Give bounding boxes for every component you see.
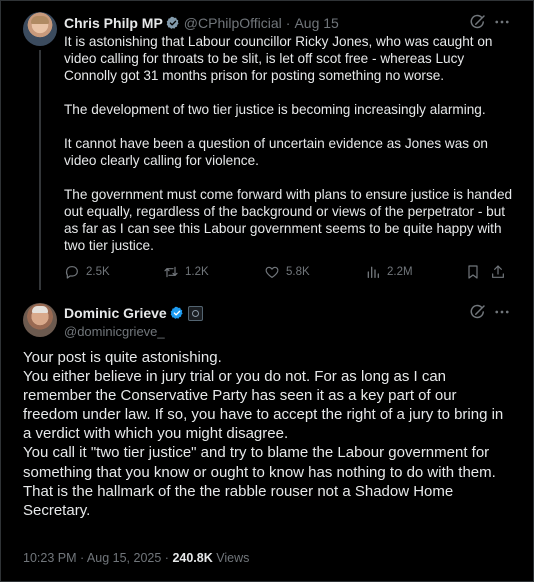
reply-count: 2.5K [86, 266, 110, 278]
like-button[interactable]: 5.8K [264, 264, 310, 280]
more-options-icon[interactable] [493, 13, 511, 31]
tweet-line: You either believe in jury trial or you … [23, 368, 504, 443]
tweet-date[interactable]: Aug 15 [294, 15, 338, 31]
more-options-icon[interactable] [493, 303, 511, 321]
tweet-line: You call it "two tier justice" and try t… [23, 444, 496, 519]
like-count: 5.8K [286, 266, 310, 278]
parent-tweet-text: It is astonishing that Labour councillor… [64, 33, 514, 271]
chris-philp-avatar[interactable] [23, 12, 57, 46]
grok-icon[interactable] [469, 303, 487, 321]
analytics-icon [367, 266, 379, 278]
tweet-paragraph: The government must come forward with pl… [64, 187, 513, 253]
reply-tweet-header: Dominic Grieve @dominicgrieve_ [64, 305, 203, 339]
views-label: Views [216, 551, 250, 565]
reply-button[interactable]: 2.5K [64, 264, 110, 280]
author-handle[interactable]: @CPhilpOfficial [184, 15, 282, 31]
verified-badge-icon [170, 306, 183, 319]
repost-count: 1.2K [185, 266, 209, 278]
parent-tweet-header: Chris Philp MP @CPhilpOfficial · Aug 15 [64, 15, 339, 31]
tweet-paragraph: It is astonishing that Labour councillor… [64, 34, 493, 83]
repost-button[interactable]: 1.2K [163, 264, 209, 280]
affiliation-badge-icon[interactable] [187, 305, 203, 321]
views-count: 2.2M [387, 266, 413, 278]
separator-dot: · [285, 15, 291, 31]
tweet-line: Your post is quite astonishing. [23, 349, 222, 366]
views-count: 240.8K [172, 551, 213, 565]
tweet-timestamp[interactable]: 10:23 PM · Aug 15, 2025 [23, 551, 161, 565]
share-icon[interactable] [490, 264, 506, 280]
tweet-paragraph: It cannot have been a question of uncert… [64, 136, 488, 168]
thread-connector-line [39, 50, 41, 290]
grok-icon[interactable] [469, 13, 487, 31]
dominic-grieve-avatar[interactable] [23, 303, 57, 337]
reply-icon [65, 266, 78, 279]
views-button[interactable]: 2.2M [365, 264, 413, 280]
tweet-paragraph: The development of two tier justice is b… [64, 102, 486, 117]
author-name[interactable]: Dominic Grieve [64, 305, 167, 321]
tweet-metadata: 10:23 PM · Aug 15, 2025 · 240.8K Views [23, 551, 249, 565]
verified-badge-icon [166, 16, 179, 29]
repost-icon [164, 266, 178, 278]
reply-tweet-text: Your post is quite astonishing. You eith… [23, 348, 515, 520]
heart-icon [265, 266, 279, 278]
author-name[interactable]: Chris Philp MP [64, 15, 163, 31]
author-handle[interactable]: @dominicgrieve_ [64, 324, 203, 339]
tweet-action-bar: 2.5K 1.2K 5.8K 2.2M [64, 264, 514, 282]
bookmark-icon[interactable] [465, 264, 481, 280]
separator-dot: · [164, 551, 169, 565]
